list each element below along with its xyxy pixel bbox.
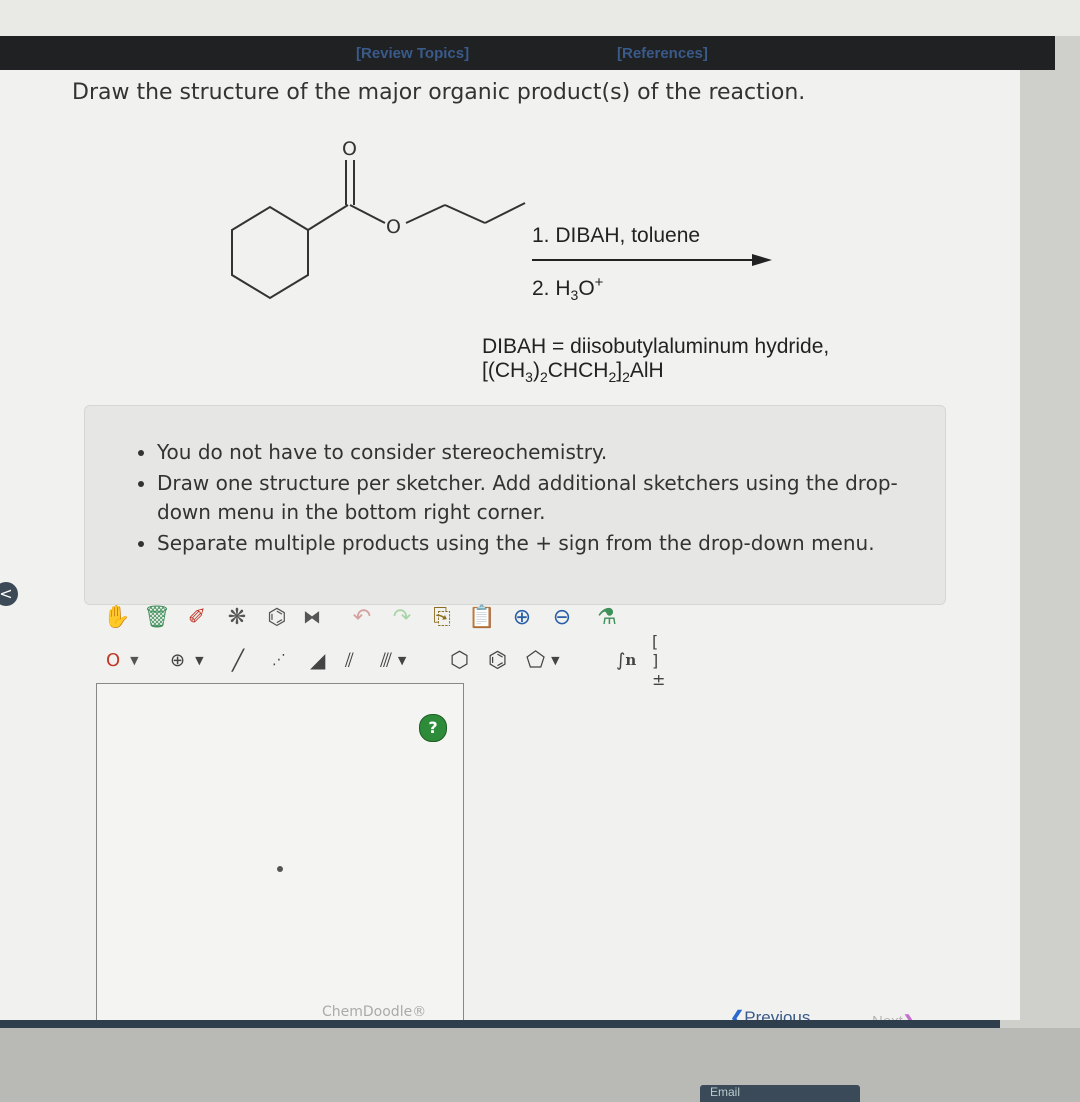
- double-bond-icon[interactable]: ⫽: [345, 644, 354, 676]
- references-link[interactable]: [References]: [617, 45, 708, 62]
- email-button[interactable]: Email: [700, 1085, 860, 1102]
- screen-bezel: [0, 0, 1080, 36]
- charge-bracket-tool[interactable]: [ ]±: [652, 632, 665, 689]
- ethyl-bond-3: [484, 202, 526, 224]
- atom-selector[interactable]: O ▼: [106, 644, 139, 676]
- paste-icon[interactable]: 📋: [465, 600, 499, 634]
- reaction-arrow: [532, 254, 782, 266]
- bottom-divider: [0, 1020, 1000, 1028]
- reagent-step-1: 1. DIBAH, toluene: [532, 224, 701, 247]
- cyclopentane-icon[interactable]: ⬠ ▼: [526, 644, 560, 676]
- zoom-in-icon[interactable]: ⊕: [505, 600, 539, 634]
- collapse-handle[interactable]: <: [0, 582, 18, 606]
- cyclohexane-ring: [231, 205, 309, 300]
- carbonyl-oxygen-label: O: [342, 138, 357, 160]
- instruction-item: Separate multiple products using the + s…: [157, 529, 945, 558]
- dibah-formula: [(CH3)2CHCH2]2AlH: [482, 359, 664, 386]
- instructions-panel: You do not have to consider stereochemis…: [84, 405, 946, 605]
- dibah-definition: DIBAH = diisobutylaluminum hydride, [(CH…: [482, 335, 912, 389]
- sn-bracket-tool[interactable]: ∫ n: [616, 644, 636, 676]
- reaction-conditions: 1. DIBAH, toluene 2. H3O+: [532, 224, 782, 303]
- charge-selector[interactable]: ⊕ ▼: [170, 644, 204, 676]
- redo-icon[interactable]: ↷: [385, 600, 419, 634]
- template-icon[interactable]: ❋: [220, 600, 254, 634]
- help-button[interactable]: ?: [419, 714, 447, 742]
- instruction-item: You do not have to consider stereochemis…: [157, 438, 945, 467]
- ester-bond: [349, 204, 386, 224]
- reactant-structure: O O: [231, 138, 526, 300]
- canvas-cursor-dot: [277, 866, 283, 872]
- question-text: Draw the structure of the major organic …: [72, 80, 806, 105]
- ester-oxygen-label: O: [386, 216, 401, 238]
- ring-template-icon[interactable]: ⌬: [260, 600, 294, 634]
- triple-bond-icon[interactable]: ⫻ ▼: [380, 644, 406, 676]
- chain-icon[interactable]: ⧓: [295, 600, 329, 634]
- ring-carbonyl-bond: [307, 204, 349, 231]
- single-bond-icon[interactable]: ╱: [232, 644, 244, 676]
- lasso-icon[interactable]: ✐: [180, 600, 214, 634]
- sketcher-canvas[interactable]: ? ChemDoodle®: [96, 683, 464, 1025]
- ethyl-bond-2: [444, 204, 486, 224]
- instruction-item: Draw one structure per sketcher. Add add…: [157, 469, 945, 527]
- clean-icon[interactable]: ⚗: [590, 600, 624, 634]
- dibah-definition-line1: DIBAH = diisobutylaluminum hydride,: [482, 335, 830, 358]
- zoom-out-icon[interactable]: ⊖: [545, 600, 579, 634]
- review-topics-link[interactable]: [Review Topics]: [356, 45, 469, 62]
- cyclohexane-icon[interactable]: ⬡: [450, 644, 469, 676]
- wedge-bond-icon[interactable]: ◢: [310, 644, 325, 676]
- eraser-icon[interactable]: 🗑: [140, 600, 174, 634]
- reagent-step-2: 2. H3O+: [532, 274, 604, 304]
- header-bar: [Review Topics] [References]: [0, 36, 1055, 70]
- benzene-icon[interactable]: ⌬: [488, 644, 507, 676]
- ethyl-bond-1: [405, 204, 446, 224]
- chemdoodle-brand: ChemDoodle®: [322, 1004, 427, 1020]
- copy-icon[interactable]: ⎘: [425, 600, 459, 634]
- screen-bottom-frame: [0, 1028, 1080, 1102]
- undo-icon[interactable]: ↶: [345, 600, 379, 634]
- hand-icon[interactable]: ✋: [100, 600, 134, 634]
- hashed-bond-icon[interactable]: ⋰: [272, 644, 286, 676]
